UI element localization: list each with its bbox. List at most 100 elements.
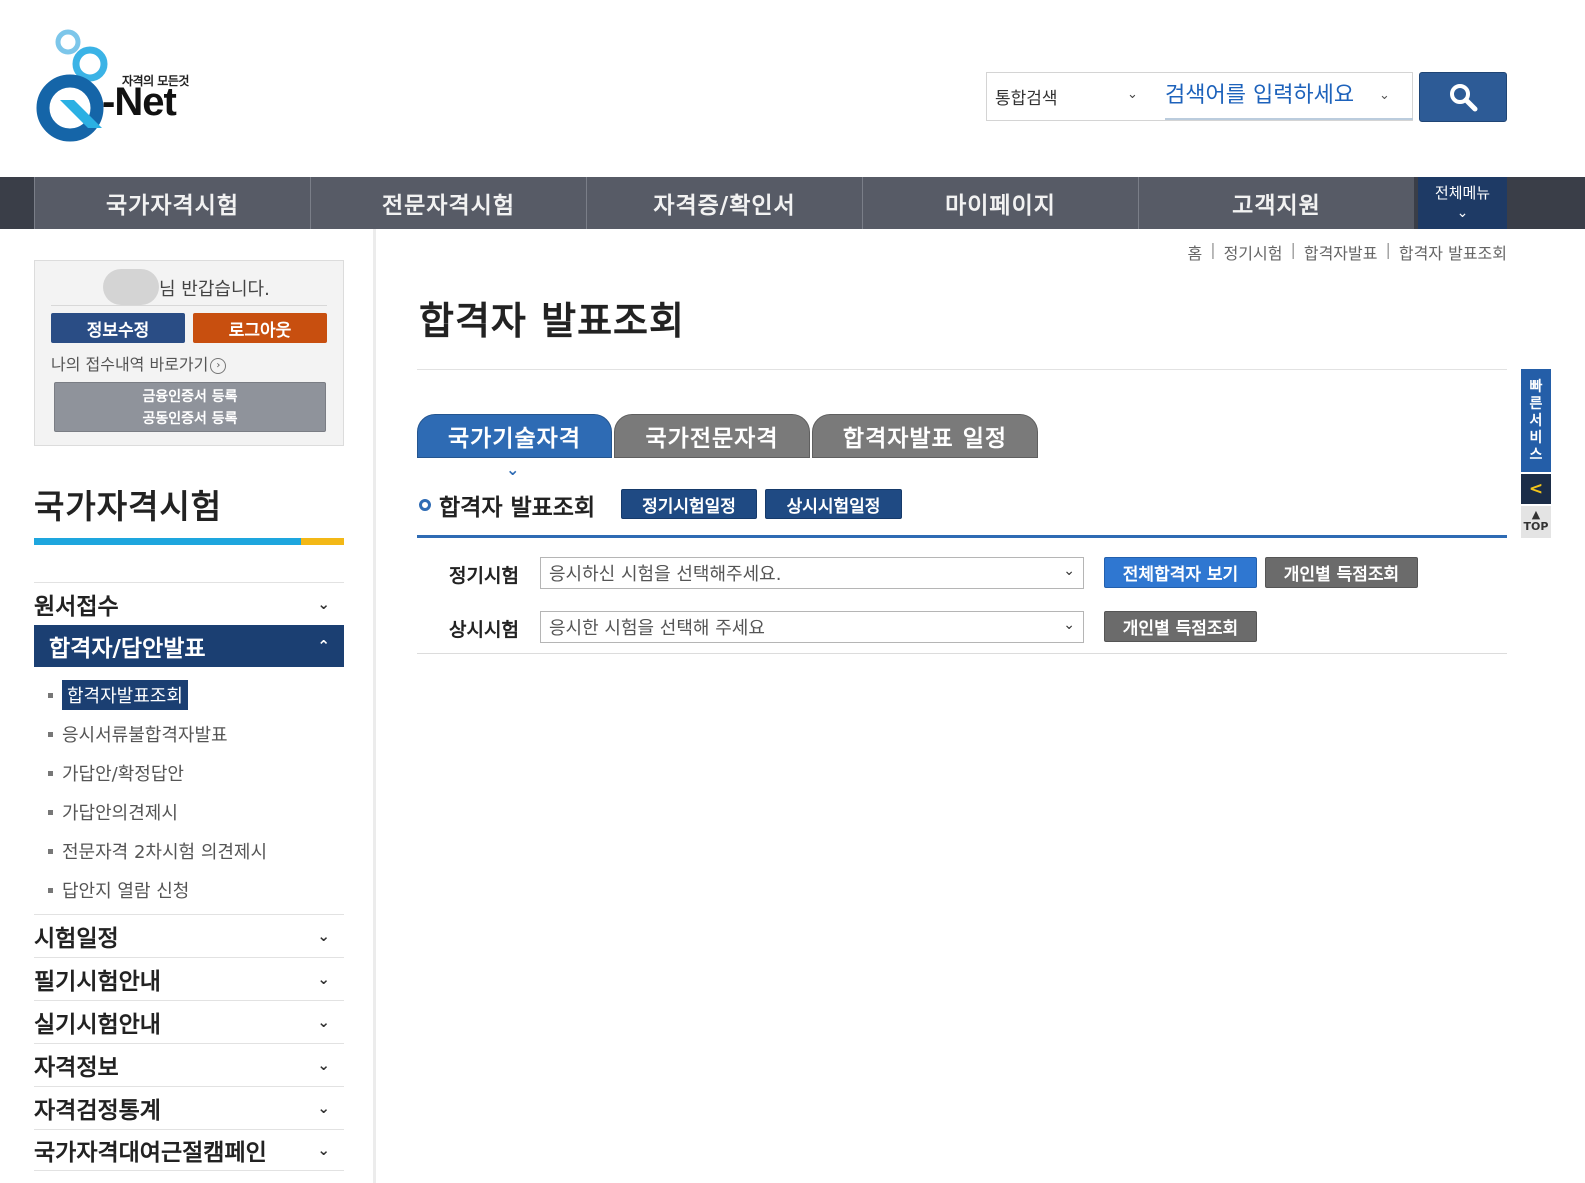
tab-national-professional[interactable]: 국가전문자격 — [614, 414, 810, 458]
always-schedule-button[interactable]: 상시시험일정 — [765, 489, 902, 519]
sub-item-label: 가답안의견제시 — [62, 803, 178, 824]
edit-info-button[interactable]: 정보수정 — [51, 313, 185, 343]
chevron-up-icon: ⌃ — [317, 637, 330, 655]
welcome-text: 님 반갑습니다. — [159, 279, 270, 300]
regular-schedule-button[interactable]: 정기시험일정 — [621, 489, 757, 519]
search-button[interactable] — [1419, 72, 1507, 122]
sidebar-item-label: 실기시험안내 — [34, 1011, 161, 1038]
breadcrumb-regular[interactable]: 정기시험 — [1224, 240, 1283, 264]
my-application-link[interactable]: 나의 접수내역 바로가기 › — [51, 351, 227, 375]
tab-national-technical[interactable]: 국가기술자격 — [417, 414, 612, 458]
sidebar-title: 국가자격시험 — [34, 487, 223, 526]
always-individual-score-button[interactable]: 개인별 득점조회 — [1104, 611, 1257, 642]
gnb-item-mypage[interactable]: 마이페이지 — [862, 177, 1138, 229]
sidebar-item-label: 필기시험안내 — [34, 968, 161, 995]
sidebar-divider — [373, 229, 376, 1183]
breadcrumb-separator: | — [1210, 240, 1216, 259]
select-value: 응시하신 시험을 선택해주세요. — [549, 564, 782, 585]
sidebar-item-label: 시험일정 — [34, 925, 119, 952]
quick-char: 비 — [1529, 430, 1543, 446]
sidebar-item-schedule[interactable]: 시험일정 ⌄ — [34, 914, 344, 956]
gnb-item-support[interactable]: 고객지원 — [1138, 177, 1414, 229]
logout-button[interactable]: 로그아웃 — [193, 313, 327, 343]
chevron-down-icon: ⌄ — [1456, 205, 1469, 221]
sub-item-label: 가답안/확정답안 — [62, 764, 184, 785]
chevron-left-icon[interactable]: < — [1521, 474, 1551, 504]
chevron-down-icon: ⌄ — [317, 1012, 330, 1031]
sidebar-item-written-exam[interactable]: 필기시험안내 ⌄ — [34, 957, 344, 999]
sub-item-answer-sheet[interactable]: 답안지 열람 신청 — [48, 877, 189, 903]
chevron-down-icon: ⌄ — [317, 1055, 330, 1074]
chevron-down-icon: ⌄ — [317, 1098, 330, 1117]
sidebar-item-label: 합격자/답안발표 — [49, 636, 206, 662]
bullet-icon — [48, 887, 53, 893]
divider — [417, 653, 1507, 654]
title-underline-accent — [301, 538, 344, 545]
all-passers-button[interactable]: 전체합격자 보기 — [1104, 557, 1257, 588]
bullet-icon — [48, 731, 53, 737]
logo-brand: -Net — [102, 80, 177, 124]
quick-char: 빠 — [1529, 379, 1543, 395]
chevron-down-icon[interactable]: ⌄ — [1379, 88, 1390, 103]
avatar — [103, 269, 159, 305]
section-title: 합격자 발표조회 — [419, 488, 595, 522]
sub-item-answers[interactable]: 가답안/확정답안 — [48, 760, 184, 786]
chevron-down-icon: ⌄ — [317, 926, 330, 945]
sidebar-item-qualification-info[interactable]: 자격정보 ⌄ — [34, 1043, 344, 1085]
section-title-label: 합격자 발표조회 — [439, 495, 596, 521]
individual-score-button[interactable]: 개인별 득점조회 — [1265, 557, 1418, 588]
divider — [417, 369, 1507, 370]
quick-service-button[interactable]: 빠 른 서 비 스 — [1521, 369, 1551, 472]
all-menu-button[interactable]: 전체메뉴 ⌄ — [1418, 177, 1507, 229]
gnb-item-certificate[interactable]: 자격증/확인서 — [586, 177, 862, 229]
row-label-regular: 정기시험 — [449, 565, 519, 587]
sub-item-label: 답안지 열람 신청 — [62, 881, 190, 902]
top-label: TOP — [1523, 520, 1549, 533]
sub-item-label: 전문자격 2차시험 의견제시 — [62, 842, 268, 863]
always-exam-select[interactable]: 응시한 시험을 선택해 주세요 ⌄ — [540, 611, 1084, 643]
all-menu-label: 전체메뉴 — [1434, 184, 1491, 202]
sidebar-item-results[interactable]: 합격자/답안발표 ⌃ — [34, 625, 344, 667]
gnb-item-professional-exam[interactable]: 전문자격시험 — [310, 177, 586, 229]
sidebar-item-label: 자격정보 — [34, 1054, 119, 1081]
bullet-icon — [48, 770, 53, 776]
search-type-select[interactable]: 통합검색 — [995, 84, 1058, 109]
breadcrumb-home[interactable]: 홈 — [1187, 240, 1202, 264]
sub-item-second-opinion[interactable]: 전문자격 2차시험 의견제시 — [48, 838, 267, 864]
scroll-top-button[interactable]: ▲ TOP — [1521, 506, 1551, 538]
sub-item-document-fail[interactable]: 응시서류불합격자발표 — [48, 721, 228, 747]
certificate-register-button[interactable]: 금융인증서 등록 공동인증서 등록 — [54, 382, 326, 432]
sub-item-label: 응시서류불합격자발표 — [62, 725, 228, 746]
tab-result-schedule[interactable]: 합격자발표 일정 — [812, 414, 1038, 458]
section-divider — [417, 535, 1507, 538]
chevron-down-icon: ⌄ — [317, 594, 330, 613]
breadcrumb-current: 합격자 발표조회 — [1398, 244, 1507, 263]
sidebar-item-statistics[interactable]: 자격검정통계 ⌄ — [34, 1086, 344, 1128]
sidebar-item-label: 원서접수 — [34, 593, 119, 620]
bullet-icon — [48, 692, 53, 698]
gnb-item-national-exam[interactable]: 국가자격시험 — [34, 177, 310, 229]
breadcrumb-results[interactable]: 합격자발표 — [1304, 240, 1378, 264]
ring-bullet-icon — [419, 499, 431, 511]
quick-char: 서 — [1529, 413, 1543, 429]
sub-item-result-lookup[interactable]: 합격자발표조회 — [48, 680, 188, 710]
sidebar-item-label: 자격검정통계 — [34, 1097, 161, 1124]
search-input[interactable] — [1165, 73, 1413, 120]
bullet-icon — [48, 809, 53, 815]
login-box: 님 반갑습니다. 정보수정 로그아웃 나의 접수내역 바로가기 › 금융인증서 등… — [34, 260, 344, 446]
regular-exam-select[interactable]: 응시하신 시험을 선택해주세요. ⌄ — [540, 557, 1084, 589]
sub-item-label: 합격자발표조회 — [62, 680, 188, 710]
chevron-down-icon: ⌄ — [317, 1141, 330, 1159]
chevron-down-icon: ⌄ — [1063, 617, 1075, 633]
breadcrumb-separator: | — [1290, 240, 1296, 259]
sub-item-answer-opinion[interactable]: 가답안의견제시 — [48, 799, 178, 825]
sidebar-item-campaign[interactable]: 국가자격대여근절캠페인 ⌄ — [34, 1129, 344, 1171]
chevron-down-icon: ⌄ — [506, 460, 520, 479]
select-value: 응시한 시험을 선택해 주세요 — [549, 618, 765, 639]
search-box: 통합검색 ⌄ ⌄ — [986, 72, 1413, 121]
sidebar-item-practical-exam[interactable]: 실기시험안내 ⌄ — [34, 1000, 344, 1042]
chevron-down-icon[interactable]: ⌄ — [1127, 87, 1138, 102]
sidebar-item-application[interactable]: 원서접수 ⌄ — [34, 582, 344, 624]
qnet-logo[interactable]: 자격의 모든것 -Net — [30, 28, 200, 143]
sidebar-item-label: 국가자격대여근절캠페인 — [34, 1140, 267, 1166]
